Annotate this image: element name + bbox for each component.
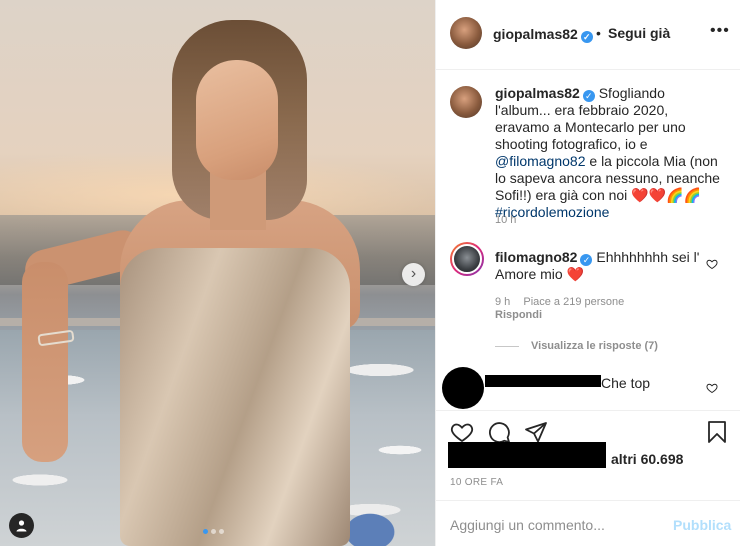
caption-mention-link[interactable]: @filomagno82 — [495, 153, 586, 169]
tag-user-icon — [16, 520, 27, 532]
carousel-dot — [219, 529, 224, 534]
post-caption: giopalmas82 ✓ Sfogliando l'album... era f… — [495, 85, 720, 221]
comment-reply-button[interactable]: Rispondi — [495, 309, 542, 321]
header-separator: • — [596, 25, 601, 41]
tag-user-button[interactable] — [9, 513, 34, 538]
redacted-likes-names — [448, 442, 606, 468]
comment-meta: 9 h Piace a 219 persone — [495, 296, 634, 308]
comment-like-heart-icon[interactable] — [706, 382, 718, 394]
publish-button[interactable]: Pubblica — [673, 517, 731, 533]
replies-divider — [495, 345, 519, 347]
comment-likes[interactable]: Piace a 219 persone — [523, 296, 624, 308]
comment-time: 9 h — [495, 296, 511, 308]
comment-avatar[interactable] — [450, 242, 484, 276]
carousel-next-button[interactable]: › — [402, 263, 425, 286]
post-sidebar: giopalmas82 ✓ • Segui già ••• giopalmas82… — [435, 0, 740, 546]
caption-time: 10 h — [495, 214, 517, 226]
heart-icon[interactable] — [450, 420, 474, 444]
bookmark-icon[interactable] — [706, 420, 728, 444]
comment-emoji: ❤️ — [566, 266, 585, 282]
following-button[interactable]: Segui già — [608, 25, 670, 41]
caption-emoji: ❤️❤️🌈🌈 — [631, 187, 701, 203]
photo-woman — [0, 0, 435, 546]
comment-author[interactable]: filomagno82 — [495, 249, 577, 265]
comment-text: filomagno82 ✓ Ehhhhhhhh sei l' Amore mio … — [495, 249, 700, 283]
comment-icon[interactable] — [487, 420, 511, 444]
author-username-link[interactable]: giopalmas82 ✓ — [493, 26, 593, 43]
chevron-right-icon: › — [410, 265, 417, 282]
likes-count[interactable]: altri 60.698 — [611, 451, 683, 467]
author-username[interactable]: giopalmas82 — [493, 26, 578, 42]
post-header: giopalmas82 ✓ • Segui già ••• — [436, 0, 740, 70]
redacted-avatar — [442, 367, 484, 409]
carousel-dot — [211, 529, 216, 534]
redacted-username — [485, 375, 601, 387]
carousel-dots — [203, 529, 224, 534]
carousel-dot — [203, 529, 208, 534]
post-date: 10 ORE FA — [450, 477, 504, 488]
view-replies-button[interactable]: Visualizza le risposte (7) — [495, 340, 658, 352]
share-icon[interactable] — [524, 420, 548, 444]
view-replies-label: Visualizza le risposte (7) — [531, 340, 658, 352]
comment-like-heart-icon[interactable] — [706, 258, 718, 270]
post-photo[interactable]: › — [0, 0, 435, 546]
hidden-comment-text: Che top — [601, 375, 651, 391]
comment-input[interactable] — [450, 515, 660, 535]
add-comment-bar: Pubblica — [436, 500, 740, 546]
caption-author[interactable]: giopalmas82 — [495, 85, 580, 101]
verified-badge-icon: ✓ — [582, 90, 595, 102]
verified-badge-icon: ✓ — [580, 31, 593, 43]
more-options-icon[interactable]: ••• — [710, 22, 730, 40]
author-avatar[interactable] — [450, 17, 482, 49]
caption-avatar[interactable] — [450, 86, 482, 118]
verified-badge-icon: ✓ — [580, 254, 593, 266]
